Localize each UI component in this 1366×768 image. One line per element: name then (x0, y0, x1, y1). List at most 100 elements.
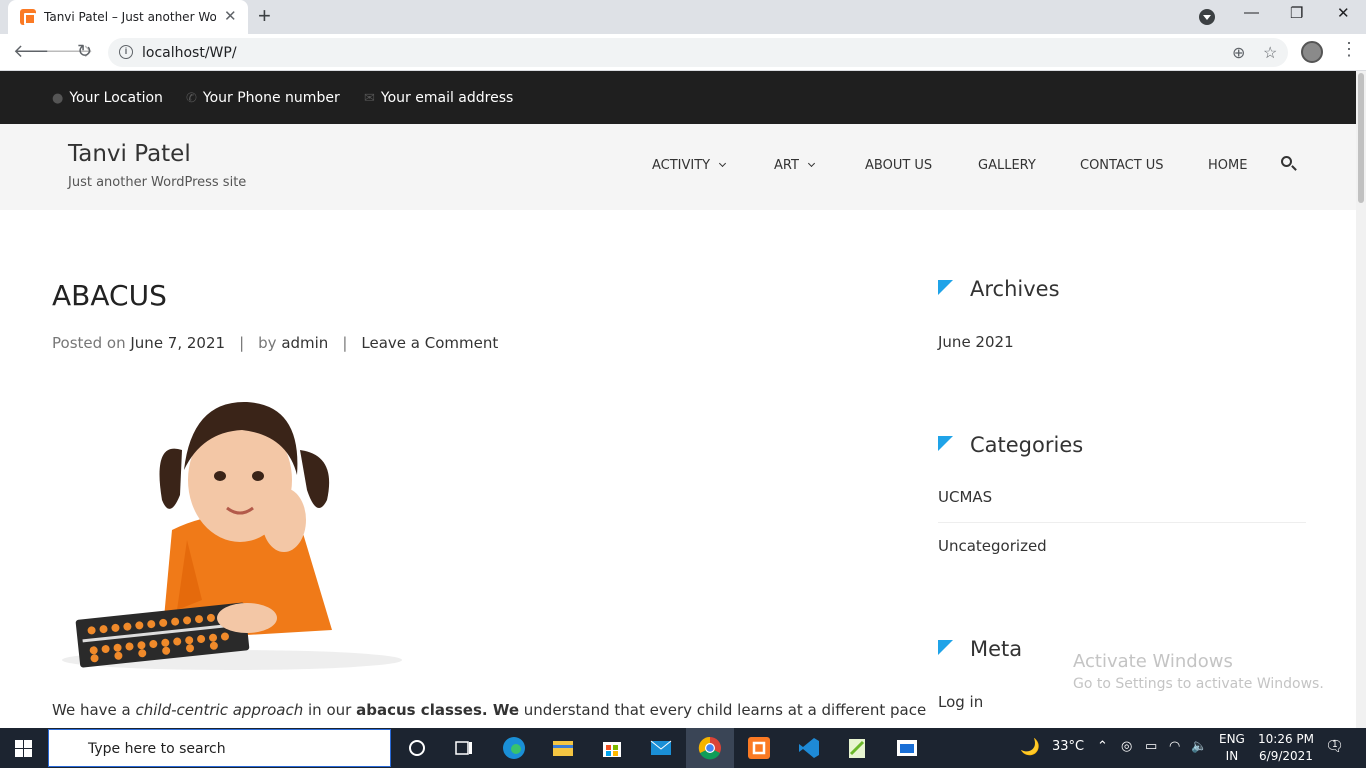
weather-temperature[interactable]: 33°C (1052, 739, 1084, 754)
nav-art-label: ART (774, 158, 799, 173)
chrome-icon[interactable] (698, 736, 722, 760)
task-view-icon[interactable] (452, 736, 476, 760)
taskbar-search-box[interactable]: Type here to search (48, 729, 391, 767)
chevron-down-icon (807, 159, 815, 168)
vscode-icon[interactable] (797, 736, 821, 760)
tab-close-icon[interactable]: ✕ (224, 7, 237, 25)
profile-avatar[interactable] (1301, 41, 1323, 63)
browser-toolbar: 🡐 🡒 ↻ i localhost/WP/ ⊕ ☆ ⋮ (0, 34, 1366, 71)
post-meta: Posted on June 7, 2021 | by admin | Leave a … (52, 334, 498, 352)
meta-title-text: Meta (970, 637, 1023, 661)
meta-separator: | (239, 334, 245, 352)
system-clock[interactable]: 10:26 PM 6/9/2021 (1258, 731, 1314, 765)
archives-title-text: Archives (970, 277, 1060, 301)
nav-art[interactable]: ART (774, 158, 815, 173)
tab-search-icon[interactable] (1199, 9, 1215, 25)
notification-count: 1 (1332, 740, 1338, 750)
nav-activity-label: ACTIVITY (652, 158, 711, 173)
archive-link-june-2021[interactable]: June 2021 (938, 333, 1014, 351)
url-text[interactable]: localhost/WP/ (142, 45, 237, 61)
posted-on-label: Posted on (52, 334, 126, 352)
weather-moon-icon[interactable]: 🌙 (1020, 737, 1040, 756)
site-topbar: ● Your Location ✆ Your Phone number ✉ Your … (0, 71, 1356, 124)
location-text: Your Location (69, 90, 163, 106)
close-window-button[interactable]: ✕ (1337, 4, 1350, 22)
battery-icon[interactable]: ▭ (1145, 739, 1157, 754)
volume-icon[interactable]: 🔈 (1191, 739, 1207, 754)
new-tab-button[interactable]: + (258, 3, 271, 29)
site-tagline: Just another WordPress site (68, 175, 247, 190)
bookmark-star-icon[interactable]: ☆ (1263, 43, 1277, 63)
post-author-link[interactable]: admin (281, 334, 328, 352)
minimize-button[interactable]: — (1244, 4, 1259, 21)
site-title[interactable]: Tanvi Patel (68, 141, 191, 167)
accent-triangle-icon (938, 640, 953, 655)
email-info: ✉ Your email address (364, 90, 513, 106)
nav-gallery[interactable]: GALLERY (978, 158, 1036, 173)
mail-icon[interactable] (649, 736, 673, 760)
leave-comment-link[interactable]: Leave a Comment (361, 334, 498, 352)
excerpt-text: in our (303, 701, 357, 719)
browser-tab-bar: Tanvi Patel – Just another WordPress sit… (0, 0, 1366, 34)
archives-widget-title: Archives (938, 277, 1060, 301)
post-excerpt: We have a child-centric approach in our … (52, 701, 926, 719)
nav-about-us[interactable]: ABOUT US (865, 158, 932, 173)
address-bar[interactable]: i localhost/WP/ ⊕ ☆ (108, 38, 1288, 67)
region-code: IN (1225, 749, 1239, 763)
location-info: ● Your Location (52, 90, 163, 106)
scrollbar-thumb[interactable] (1358, 73, 1364, 203)
input-language[interactable]: ENG IN (1219, 731, 1245, 765)
reload-icon[interactable]: ↻ (77, 41, 92, 62)
site-header: Tanvi Patel Just another WordPress site … (0, 124, 1356, 210)
accent-triangle-icon (938, 436, 953, 451)
phone-info: ✆ Your Phone number (186, 90, 340, 106)
clock-time: 10:26 PM (1258, 732, 1314, 746)
excerpt-bold: abacus classes. We (356, 701, 520, 719)
phone-text: Your Phone number (202, 90, 340, 106)
tab-title: Tanvi Patel – Just another WordPress sit… (44, 10, 216, 24)
accent-triangle-icon (938, 280, 953, 295)
cortana-icon[interactable] (405, 736, 429, 760)
chevron-down-icon (719, 159, 727, 168)
categories-widget-title: Categories (938, 433, 1083, 457)
nav-home[interactable]: HOME (1208, 158, 1247, 173)
wifi-icon[interactable]: ◠ (1169, 739, 1180, 754)
excerpt-text: understand that every child learns at a … (519, 701, 927, 719)
post-title[interactable]: ABACUS (52, 279, 167, 312)
email-text: Your email address (380, 90, 514, 106)
show-hidden-icons-chevron-icon[interactable]: ⌃ (1097, 739, 1108, 754)
search-icon[interactable] (1281, 156, 1292, 167)
zoom-icon[interactable]: ⊕ (1232, 43, 1245, 63)
nav-contact-us[interactable]: CONTACT US (1080, 158, 1164, 173)
meta-link-log-in[interactable]: Log in (938, 693, 983, 711)
restore-button[interactable]: ❐ (1290, 4, 1303, 22)
microsoft-store-icon[interactable] (600, 736, 624, 760)
site-info-icon[interactable]: i (119, 45, 133, 59)
windows-taskbar: Type here to search 🌙 33°C ⌃ ◎ ▭ ◠ 🔈 ENG… (0, 728, 1366, 768)
browser-tab[interactable]: Tanvi Patel – Just another WordPress sit… (8, 0, 248, 34)
phone-icon: ✆ (186, 91, 197, 106)
page-scrollbar[interactable] (1356, 71, 1366, 728)
edge-browser-icon[interactable] (502, 736, 526, 760)
envelope-icon: ✉ (364, 91, 375, 106)
featured-image-girl-with-abacus[interactable] (52, 380, 412, 680)
activate-windows-subtext: Go to Settings to activate Windows. (1073, 676, 1324, 692)
excerpt-text: We have a (52, 701, 136, 719)
post-date-link[interactable]: June 7, 2021 (130, 334, 225, 352)
excerpt-emphasis: child-centric approach (135, 701, 304, 719)
clock-date: 6/9/2021 (1259, 749, 1313, 763)
meta-widget-title: Meta (938, 637, 1022, 661)
category-link-uncategorized[interactable]: Uncategorized (938, 537, 1047, 555)
activate-windows-watermark: Activate Windows (1073, 651, 1233, 672)
nav-activity[interactable]: ACTIVITY (652, 158, 727, 173)
app-window-icon[interactable] (895, 736, 919, 760)
notepad-plus-icon[interactable] (845, 736, 869, 760)
categories-title-text: Categories (970, 433, 1084, 457)
windows-start-icon[interactable] (15, 740, 32, 757)
browser-menu-icon[interactable]: ⋮ (1340, 39, 1358, 60)
file-explorer-icon[interactable] (551, 736, 575, 760)
network-status-icon[interactable]: ◎ (1121, 739, 1132, 754)
xampp-icon[interactable] (747, 736, 771, 760)
meta-separator: | (342, 334, 348, 352)
category-link-ucmas[interactable]: UCMAS (938, 488, 992, 506)
